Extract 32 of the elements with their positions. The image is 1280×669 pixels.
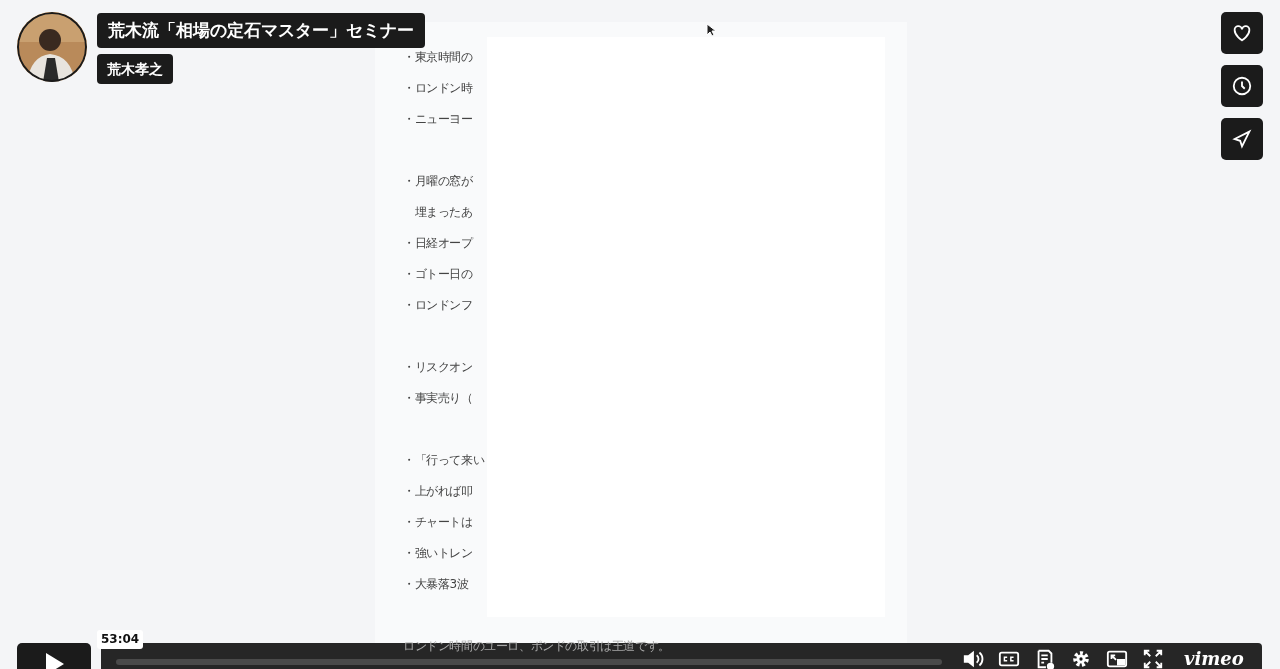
document-line: ・ロンドン時 <box>403 80 473 97</box>
paper-plane-icon <box>1231 128 1253 150</box>
heart-icon <box>1231 22 1253 44</box>
document-line: ・大暴落3波 <box>403 576 469 593</box>
document-line: ・日経オープ <box>403 235 473 252</box>
progress-track[interactable] <box>116 659 942 665</box>
play-icon <box>44 653 64 669</box>
document-line: ・東京時間の <box>403 49 473 66</box>
document-line: ・リスクオン <box>403 359 473 376</box>
time-tooltip: 53:04 <box>97 630 144 649</box>
vimeo-logo[interactable]: vimeo <box>1184 649 1244 669</box>
document-line: ロンドン時間のユーロ、ポンドの取引は王道です。 <box>403 638 670 655</box>
document-line: ・ロンドンフ <box>403 297 473 314</box>
document-line: 埋まったあ <box>413 204 473 221</box>
document-line: ・チャートは <box>403 514 473 531</box>
volume-icon[interactable] <box>962 648 984 669</box>
picture-in-picture-icon[interactable] <box>1106 648 1128 669</box>
share-button[interactable] <box>1221 118 1263 160</box>
clock-icon <box>1231 75 1253 97</box>
document-line: ・月曜の窓が <box>403 173 473 190</box>
document-line: ・ニューヨー <box>403 111 473 128</box>
document-line: ・「行って来い <box>403 452 485 469</box>
settings-icon[interactable] <box>1070 648 1092 669</box>
author-name[interactable]: 荒木孝之 <box>97 54 173 84</box>
like-button[interactable] <box>1221 12 1263 54</box>
document-line: ・ゴトー日の <box>403 266 473 283</box>
fullscreen-icon[interactable] <box>1142 648 1164 669</box>
document-line: ・事実売り（ <box>403 390 473 407</box>
video-title[interactable]: 荒木流「相場の定石マスター」セミナー <box>97 13 425 48</box>
document-line: ・強いトレン <box>403 545 473 562</box>
watch-later-button[interactable] <box>1221 65 1263 107</box>
document-line: ・上がれば叩 <box>403 483 473 500</box>
